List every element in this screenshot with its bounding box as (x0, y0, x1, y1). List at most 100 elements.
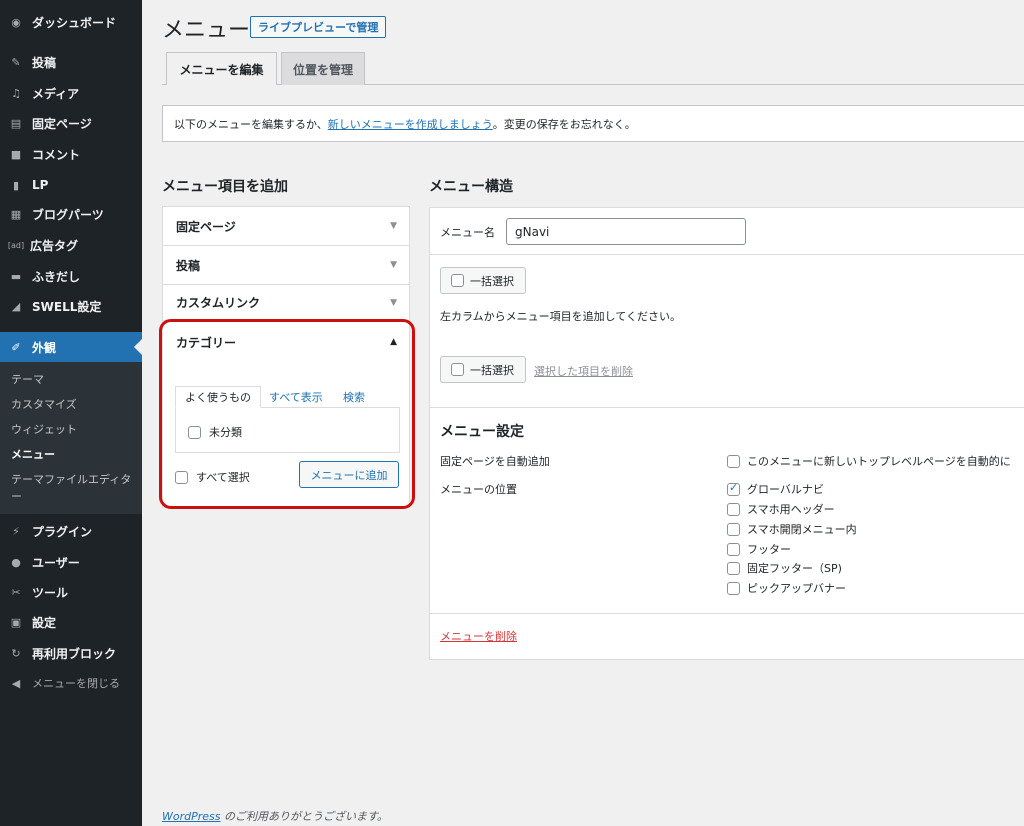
bulk-select-checkbox[interactable] (451, 274, 464, 287)
location-sp-header[interactable]: スマホ用ヘッダー (727, 501, 835, 517)
caret-down-icon: ▼ (390, 221, 397, 231)
menu-settings-title: メニュー設定 (440, 424, 524, 440)
divider (430, 407, 1024, 408)
page-icon: ▤ (10, 116, 22, 130)
wordpress-link[interactable]: WordPress (162, 810, 221, 823)
divider (430, 254, 1024, 255)
create-new-menu-link[interactable]: 新しいメニューを作成しましょう (328, 116, 493, 132)
subtab-search[interactable]: 検索 (343, 386, 365, 408)
document-icon: ▮ (12, 178, 20, 192)
auto-add-pages-option[interactable]: このメニューに新しいトップレベルページを自動的に (727, 453, 1011, 469)
nav-blog-parts[interactable]: ▦ ブログパーツ (0, 199, 142, 229)
nav-appearance[interactable]: ✐ 外観 (0, 332, 142, 362)
location-checkbox-checked[interactable] (727, 481, 740, 496)
select-all-checkbox[interactable] (175, 470, 188, 484)
location-label: スマホ開閉メニュー内 (747, 523, 857, 536)
menu-name-input[interactable]: gNavi (506, 218, 746, 245)
auto-add-option-label: このメニューに新しいトップレベルページを自動的に (747, 455, 1011, 468)
bulk-select-checkbox[interactable] (451, 363, 464, 376)
nav-label: プラグイン (32, 524, 93, 539)
category-label: 未分類 (209, 426, 242, 439)
menu-location-label: メニューの位置 (440, 483, 517, 496)
submenu-theme-file-editor[interactable]: テーマファイルエディター (11, 471, 136, 505)
location-label: フッター (747, 543, 791, 556)
submenu-widgets[interactable]: ウィジェット (11, 421, 136, 438)
grid-icon: ▦ (10, 207, 22, 221)
nav-label: 投稿 (32, 55, 57, 70)
nav-label: LP (32, 178, 49, 192)
settings-icon: ▣ (10, 615, 22, 629)
nav-label: 固定ページ (32, 116, 92, 131)
menu-name-label: メニュー名 (440, 226, 495, 239)
panel-posts[interactable]: 投稿 ▼ (163, 246, 409, 285)
submenu-menus[interactable]: メニュー (11, 446, 136, 463)
tab-manage-locations[interactable]: 位置を管理 (281, 52, 365, 85)
nav-posts[interactable]: ✎ 投稿 (0, 47, 142, 77)
location-checkbox[interactable] (727, 522, 740, 536)
auto-add-checkbox[interactable] (727, 454, 740, 468)
nav-label: SWELL設定 (32, 299, 102, 314)
panel-label: 固定ページ (176, 219, 236, 234)
nav-label: 再利用ブロック (32, 646, 117, 661)
category-item[interactable]: 未分類 (188, 424, 242, 440)
divider (430, 613, 1024, 614)
nav-label: メニューを閉じる (32, 677, 120, 690)
add-to-menu-button[interactable]: メニューに追加 (299, 461, 399, 488)
media-icon: ♫ (11, 86, 21, 100)
location-checkbox[interactable] (727, 561, 740, 575)
submenu-themes[interactable]: テーマ (11, 371, 136, 388)
footer-thanks: のご利用ありがとうございます。 (220, 810, 388, 823)
nav-ad-tags[interactable]: [ad] 広告タグ (0, 230, 142, 260)
panel-categories[interactable]: カテゴリー ▲ (163, 321, 409, 363)
nav-swell-settings[interactable]: ◢ SWELL設定 (0, 291, 142, 321)
select-all[interactable]: すべて選択 (175, 469, 250, 485)
nav-tools[interactable]: ✂ ツール (0, 577, 142, 607)
location-pickup-banner[interactable]: ピックアップバナー (727, 580, 846, 596)
submenu-customize[interactable]: カスタマイズ (11, 396, 136, 413)
nav-speech-bubbles[interactable]: ▬ ふきだし (0, 261, 142, 291)
location-label: 固定フッター（SP) (747, 562, 842, 575)
bulk-select-button-top[interactable]: 一括選択 (440, 267, 526, 294)
categories-panel-body: よく使うもの すべて表示 検索 未分類 すべて選択 メニューに追加 (163, 363, 409, 507)
nav-collapse-menu[interactable]: ◀ メニューを閉じる (0, 668, 142, 698)
nav-media[interactable]: ♫ メディア (0, 78, 142, 108)
nav-lp[interactable]: ▮ LP (0, 170, 142, 200)
live-preview-button[interactable]: ライブプレビューで管理 (250, 16, 387, 38)
location-footer[interactable]: フッター (727, 541, 791, 557)
location-label: スマホ用ヘッダー (747, 503, 835, 516)
remove-selected-link[interactable]: 選択した項目を削除 (534, 363, 633, 379)
appearance-submenu: テーマ カスタマイズ ウィジェット メニュー テーマファイルエディター (0, 362, 142, 514)
location-sp-drawer[interactable]: スマホ開閉メニュー内 (727, 521, 857, 537)
subtab-most-used[interactable]: よく使うもの (175, 386, 261, 408)
location-checkbox[interactable] (727, 581, 740, 595)
panel-custom-links[interactable]: カスタムリンク ▼ (163, 285, 409, 321)
admin-footer: WordPress のご利用ありがとうございます。 (162, 808, 388, 824)
tab-edit-menus[interactable]: メニューを編集 (166, 52, 277, 85)
location-checkbox[interactable] (727, 502, 740, 516)
nav-label: 外観 (32, 340, 57, 355)
nav-label: ふきだし (32, 269, 81, 284)
speech-bubble-icon: ▬ (10, 269, 22, 283)
panel-pages[interactable]: 固定ページ ▼ (163, 207, 409, 246)
subtab-view-all[interactable]: すべて表示 (269, 386, 323, 408)
nav-plugins[interactable]: ⚡ プラグイン (0, 516, 142, 546)
location-label: グローバルナビ (747, 483, 824, 496)
nav-label: ユーザー (32, 555, 80, 570)
location-fixed-footer-sp[interactable]: 固定フッター（SP) (727, 560, 842, 576)
nav-dashboard[interactable]: ◉ ダッシュボード (0, 7, 142, 37)
nav-pages[interactable]: ▤ 固定ページ (0, 108, 142, 138)
nav-settings[interactable]: ▣ 設定 (0, 607, 142, 637)
nav-comments[interactable]: ■ コメント (0, 139, 142, 169)
location-global-nav[interactable]: グローバルナビ (727, 481, 824, 497)
select-all-label: すべて選択 (196, 471, 250, 484)
panel-label: カスタムリンク (176, 296, 261, 310)
swell-icon: ◢ (11, 299, 21, 313)
delete-menu-link[interactable]: メニューを削除 (440, 628, 517, 644)
nav-reusable-blocks[interactable]: ↻ 再利用ブロック (0, 638, 142, 668)
page-title: メニュー (162, 18, 251, 43)
panel-label: 投稿 (176, 258, 201, 273)
bulk-select-button-bottom[interactable]: 一括選択 (440, 356, 526, 383)
location-checkbox[interactable] (727, 542, 740, 556)
category-checkbox[interactable] (188, 425, 201, 439)
nav-users[interactable]: ● ユーザー (0, 547, 142, 577)
